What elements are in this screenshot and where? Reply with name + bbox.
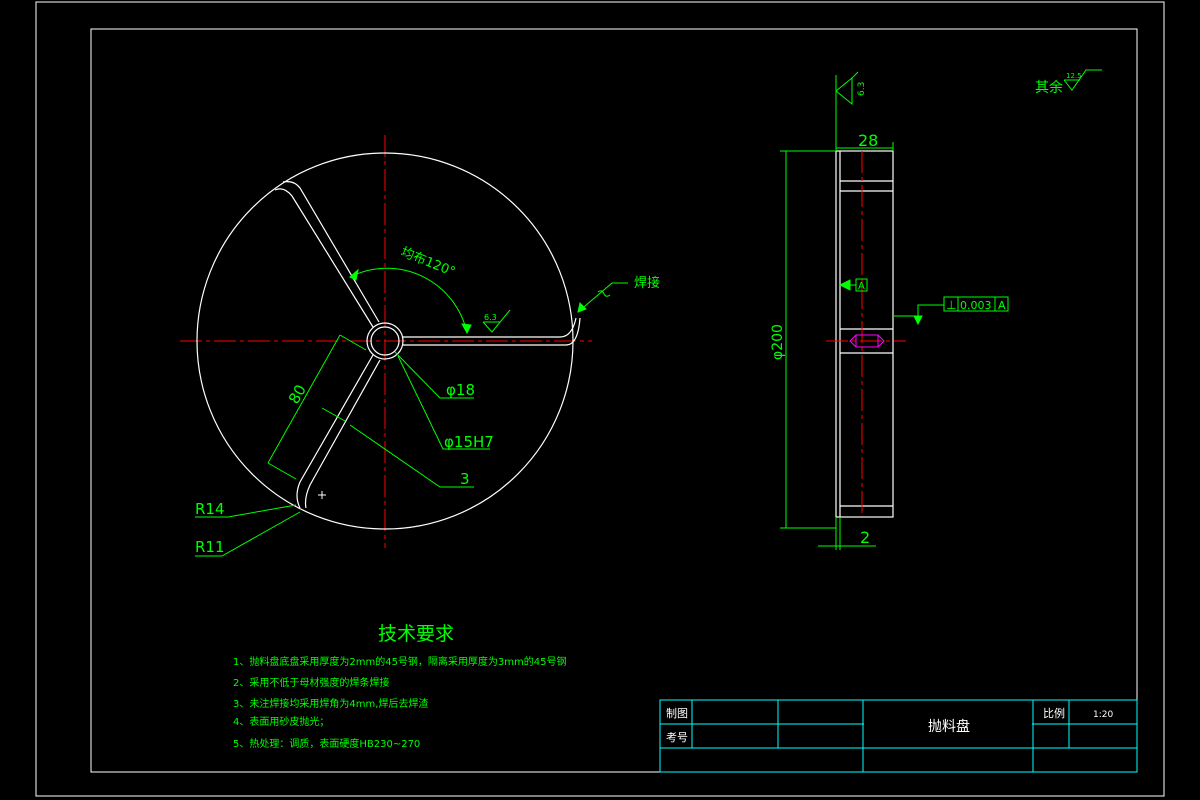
slot-roughness-value: 6.3 xyxy=(484,313,497,322)
title-block: 制图 考号 抛料盘 比例 1:20 xyxy=(659,699,1138,773)
datum-a-label: A xyxy=(858,281,865,292)
dim-width-3: 3 xyxy=(460,470,470,488)
side-view: 28 6.3 φ200 2 A ⊥ 0.003 A xyxy=(770,71,1009,550)
general-roughness-value: 12.5 xyxy=(1066,72,1082,80)
side-centerlines xyxy=(826,151,906,517)
dim-hole-outer: φ18 xyxy=(446,381,475,399)
drawing-sheet: 均布120° 6.3 焊接 80 φ18 φ15H7 3 R14 R11 28 … xyxy=(35,1,1165,797)
tech-requirement-item: 5、热处理：调质，表面硬度HB230~270 xyxy=(233,737,420,750)
dim-r14: R14 xyxy=(195,500,225,518)
front-centerlines xyxy=(180,135,592,548)
face-roughness-value: 6.3 xyxy=(857,82,867,96)
dim-80-label: 80 xyxy=(285,381,310,407)
scale-value: 1:20 xyxy=(1093,710,1113,720)
tech-requirement-item: 4、表面用砂皮抛光； xyxy=(233,715,329,728)
drawn-by-label: 制图 xyxy=(666,707,688,720)
dim-80-lines xyxy=(267,334,367,480)
tech-requirement-item: 3、未注焊接均采用焊角为4mm,焊后去焊渣 xyxy=(233,697,428,710)
weld-label: 焊接 xyxy=(634,275,660,291)
tech-requirements-heading: 技术要求 xyxy=(378,623,454,645)
vanes xyxy=(274,181,581,509)
face-roughness-symbol xyxy=(835,71,859,106)
dim-r11: R11 xyxy=(195,538,225,556)
dim-28-label: 28 xyxy=(858,131,878,150)
weld-leader xyxy=(577,282,628,313)
tech-requirement-item: 1、抛料盘底盘采用厚度为2mm的45号钢，隔离采用厚度为3mm的45号钢 xyxy=(233,655,567,668)
tech-requirement-item: 2、采用不低于母材强度的焊条焊接 xyxy=(233,676,389,689)
dim-hole-inner: φ15H7 xyxy=(444,433,494,451)
dim-200-label: φ200 xyxy=(770,324,786,360)
sheet-border xyxy=(35,1,1165,797)
scale-label: 比例 xyxy=(1043,706,1065,720)
checked-by-label: 考号 xyxy=(666,731,688,744)
general-roughness: 其余 12.5 xyxy=(1035,69,1102,96)
dim-200-lines xyxy=(780,150,836,529)
tolerance-datum: A xyxy=(998,299,1006,312)
tolerance-symbol: ⊥ xyxy=(946,298,956,312)
angle-dimension xyxy=(349,267,472,335)
tech-requirements: 技术要求 1、抛料盘底盘采用厚度为2mm的45号钢，隔离采用厚度为3mm的45号… xyxy=(233,623,567,750)
cross-marker xyxy=(318,491,326,499)
side-outline xyxy=(835,150,894,518)
front-view: 均布120° 6.3 焊接 80 φ18 φ15H7 3 R14 R11 xyxy=(180,135,660,557)
tolerance-value: 0.003 xyxy=(960,299,992,312)
drawing-title: 抛料盘 xyxy=(928,718,970,735)
angle-label: 均布120° xyxy=(399,245,458,280)
dim-2-label: 2 xyxy=(860,528,870,547)
general-roughness-label: 其余 xyxy=(1035,79,1063,96)
